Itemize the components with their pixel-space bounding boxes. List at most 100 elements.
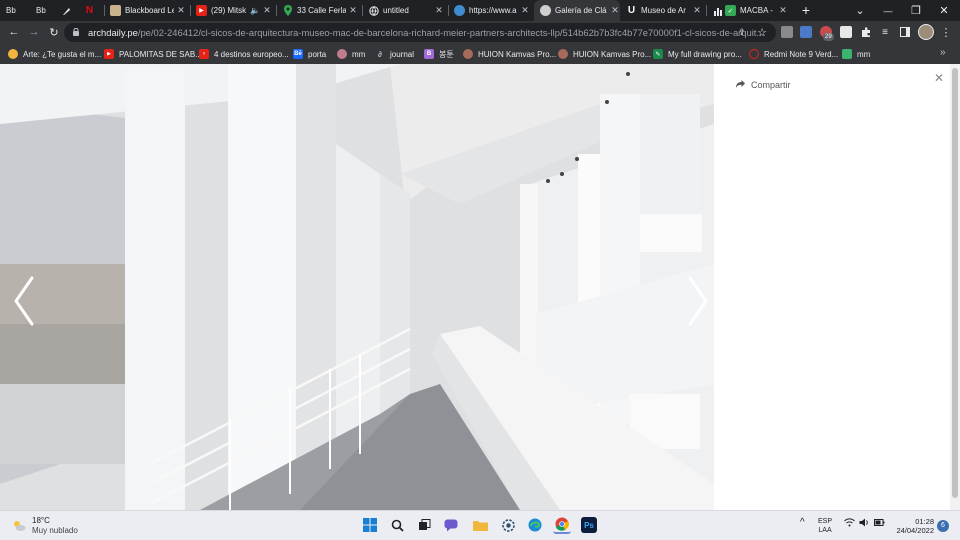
address-bar[interactable]: archdaily.pe/pe/02-246412/cl-sicos-de-ar…	[64, 23, 776, 42]
bookmark-label: mm	[857, 49, 871, 59]
bar-chart-icon	[712, 5, 723, 16]
tab-galeria[interactable]: Galería de Clá ✕	[534, 0, 620, 21]
keyboard-layout: LAA	[818, 527, 832, 534]
webtoon-icon: B	[424, 49, 434, 59]
bookmark-item[interactable]: Arte: ¿Te gusta el m...	[8, 47, 101, 61]
speaker-icon[interactable]: 🔈	[250, 6, 260, 15]
chevron-right-icon: ›	[199, 49, 209, 59]
tab-youtube[interactable]: ▶ (29) Mitsk 🔈 ✕	[196, 0, 272, 21]
side-panel-icon[interactable]	[897, 24, 913, 40]
tab-bb-2[interactable]: Bb	[36, 0, 58, 21]
bookmark-item[interactable]: HUION Kamvas Pro...	[463, 47, 556, 61]
tab-close-icon[interactable]: ✕	[692, 5, 702, 16]
wifi-icon[interactable]	[844, 518, 855, 529]
close-window-button[interactable]: ✕	[930, 0, 958, 21]
globe-icon	[368, 5, 379, 16]
feather-icon	[60, 5, 71, 16]
tab-maps[interactable]: 33 Calle Ferla ✕	[282, 0, 358, 21]
tray-overflow-chevron[interactable]: ^	[800, 517, 805, 528]
bookmark-item[interactable]: mm	[842, 47, 870, 61]
tab-macba[interactable]: ✓ MACBA - ✕	[712, 0, 788, 21]
tab-untitled[interactable]: untitled ✕	[368, 0, 444, 21]
extension-gray-icon[interactable]	[781, 26, 793, 38]
media-queue-icon[interactable]: ≡	[877, 24, 893, 40]
chrome-icon[interactable]	[553, 516, 571, 534]
bookmark-item[interactable]: B 봉툰	[424, 47, 454, 61]
windows-taskbar: 18°C Muy nublado Ps ^ ESP LAA 01:28 24/0…	[0, 510, 960, 540]
close-gallery-icon[interactable]: ✕	[934, 71, 944, 85]
tab-title: 33 Calle Ferla	[297, 6, 346, 15]
tab-search-dropdown[interactable]: ⌄	[846, 0, 874, 21]
notification-count-badge[interactable]: 6	[937, 520, 949, 532]
file-explorer-icon[interactable]	[471, 516, 489, 534]
bookmark-item[interactable]: mm	[337, 47, 365, 61]
extension-t-icon[interactable]	[840, 26, 852, 38]
search-icon[interactable]	[388, 516, 406, 534]
tab-close-icon[interactable]: ✕	[176, 5, 186, 16]
tab-close-icon[interactable]: ✕	[520, 5, 530, 16]
bookmark-item[interactable]: HUION Kamvas Pro...	[558, 47, 651, 61]
bookmark-label: 4 destinos europeo...	[214, 49, 289, 59]
reload-button[interactable]: ↻	[46, 24, 62, 40]
bookmark-item[interactable]: › 4 destinos europeo...	[199, 47, 289, 61]
chat-icon[interactable]	[442, 516, 460, 534]
bookmark-item[interactable]: ✎ My full drawing pro...	[653, 47, 742, 61]
bookmarks-overflow-button[interactable]: »	[940, 47, 946, 58]
bookmark-item[interactable]: Redmi Note 9 Verd...	[749, 47, 838, 61]
weather-condition: Muy nublado	[32, 526, 78, 535]
weather-widget[interactable]: 18°C Muy nublado	[12, 516, 78, 536]
weather-temperature: 18°C	[32, 516, 50, 525]
battery-icon[interactable]	[874, 518, 885, 529]
archdaily-icon	[540, 5, 551, 16]
page-scrollbar[interactable]	[950, 64, 960, 510]
share-button[interactable]: Compartir	[736, 80, 791, 90]
menu-button[interactable]: ⋮	[938, 24, 954, 40]
youtube-icon: ▶	[104, 49, 114, 59]
tab-close-icon[interactable]: ✕	[434, 5, 444, 16]
tab-blackboard[interactable]: Blackboard Le ✕	[110, 0, 186, 21]
bookmark-star-icon[interactable]: ☆	[754, 24, 770, 40]
task-view-icon[interactable]	[415, 516, 433, 534]
tab-museo[interactable]: U Museo de Ar ✕	[626, 0, 702, 21]
tab-bb-1[interactable]: Bb	[6, 0, 28, 21]
minimize-button[interactable]: —	[874, 0, 902, 21]
tab-close-icon[interactable]: ✕	[610, 5, 620, 16]
tab-close-icon[interactable]: ✕	[262, 5, 272, 16]
bookmark-item[interactable]: ∂ journal	[375, 47, 414, 61]
back-button[interactable]: ←	[6, 24, 22, 40]
bookmark-item[interactable]: Bē porta	[293, 47, 326, 61]
bookmark-label: HUION Kamvas Pro...	[478, 49, 557, 59]
start-windows-icon[interactable]	[361, 516, 379, 534]
photoshop-icon[interactable]: Ps	[581, 517, 597, 533]
share-page-icon[interactable]: ⇪	[734, 24, 750, 40]
tab-pinned-3[interactable]	[60, 0, 76, 21]
bookmark-label: mm	[352, 49, 366, 59]
scrollbar-thumb[interactable]	[952, 68, 958, 498]
next-image-arrow[interactable]	[686, 274, 710, 328]
volume-icon[interactable]	[859, 518, 870, 529]
bookmark-item[interactable]: ▶ PALOMITAS DE SAB...	[104, 47, 202, 61]
tab-https[interactable]: https://www.a ✕	[454, 0, 530, 21]
restore-button[interactable]: ❐	[902, 0, 930, 21]
museo-icon: U	[627, 5, 636, 16]
youtube-icon: ▶	[196, 5, 207, 16]
share-arrow-icon	[736, 80, 745, 90]
puzzle-extensions-icon[interactable]	[858, 24, 874, 40]
translate-extension-icon[interactable]	[800, 26, 812, 38]
settings-gear-icon[interactable]	[499, 516, 517, 534]
forward-button[interactable]: →	[26, 24, 42, 40]
profile-avatar[interactable]	[918, 24, 934, 40]
checkbox-icon: ✓	[725, 5, 736, 16]
tab-close-icon[interactable]: ✕	[348, 5, 358, 16]
language-code: ESP	[818, 518, 833, 525]
new-tab-button[interactable]: +	[799, 2, 813, 18]
previous-image-arrow[interactable]	[12, 274, 36, 328]
system-clock[interactable]: 01:28 24/04/2022	[890, 517, 934, 535]
tab-close-icon[interactable]: ✕	[778, 5, 788, 16]
tab-title: Museo de Ar	[641, 6, 686, 15]
bookmark-label: journal	[390, 49, 415, 59]
input-language[interactable]: ESP LAA	[818, 517, 832, 535]
edge-browser-icon[interactable]	[526, 516, 544, 534]
url-host: archdaily.pe	[88, 27, 138, 38]
tab-netflix[interactable]: N	[84, 0, 100, 21]
